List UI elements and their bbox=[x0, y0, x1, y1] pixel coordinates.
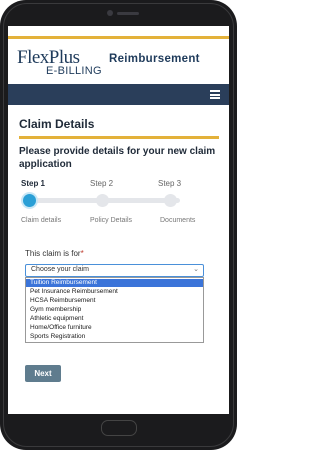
claim-option-sports[interactable]: Sports Registration bbox=[26, 333, 203, 341]
claim-select-value: Choose your claim bbox=[31, 266, 89, 273]
step-1-dot bbox=[23, 194, 36, 207]
required-mark: * bbox=[80, 249, 84, 258]
next-button[interactable]: Next bbox=[25, 365, 61, 382]
claim-option-tuition[interactable]: Tuition Reimbursement bbox=[26, 279, 203, 287]
hamburger-menu-icon[interactable] bbox=[210, 90, 220, 99]
claim-type-label: This claim is for* bbox=[25, 249, 84, 258]
intro-text: Please provide details for your new clai… bbox=[19, 146, 216, 170]
app-screen: FlexPlus E-BILLING Reimbursement Claim D… bbox=[8, 26, 229, 414]
step-3-label: Step 3 bbox=[158, 179, 182, 188]
claim-option-hcsa[interactable]: HCSA Reimbursement bbox=[26, 297, 203, 305]
claim-option-athletic[interactable]: Athletic equipment bbox=[26, 315, 203, 323]
navbar bbox=[8, 84, 229, 105]
step-2-caption: Policy Details bbox=[90, 217, 133, 224]
camera-icon bbox=[107, 10, 113, 16]
flexplus-logo[interactable]: FlexPlus E-BILLING bbox=[17, 48, 107, 77]
claim-option-furniture[interactable]: Home/Office furniture bbox=[26, 324, 203, 332]
app-header: FlexPlus E-BILLING Reimbursement bbox=[8, 26, 229, 84]
step-3-caption: Documents bbox=[160, 217, 196, 224]
step-1-label: Step 1 bbox=[21, 179, 46, 188]
step-1-caption: Claim details bbox=[21, 217, 62, 224]
step-2-dot bbox=[96, 194, 109, 207]
step-2-label: Step 2 bbox=[90, 179, 114, 188]
home-button[interactable] bbox=[101, 420, 137, 436]
header-accent-line bbox=[8, 36, 229, 39]
section-title: Claim Details bbox=[19, 117, 95, 131]
logo-sub-text: E-BILLING bbox=[46, 65, 102, 77]
claim-type-select[interactable]: Choose your claim ⌄ bbox=[25, 264, 204, 277]
page-title: Reimbursement bbox=[109, 53, 200, 65]
claim-options-list: Tuition Reimbursement Pet Insurance Reim… bbox=[25, 277, 204, 343]
claim-option-gym[interactable]: Gym membership bbox=[26, 306, 203, 314]
phone-frame: FlexPlus E-BILLING Reimbursement Claim D… bbox=[0, 0, 237, 450]
chevron-down-icon: ⌄ bbox=[193, 266, 199, 273]
claim-option-pet-insurance[interactable]: Pet Insurance Reimbursement bbox=[26, 288, 203, 296]
speaker-grille bbox=[117, 12, 139, 15]
section-divider bbox=[19, 136, 219, 139]
step-3-dot bbox=[164, 194, 177, 207]
